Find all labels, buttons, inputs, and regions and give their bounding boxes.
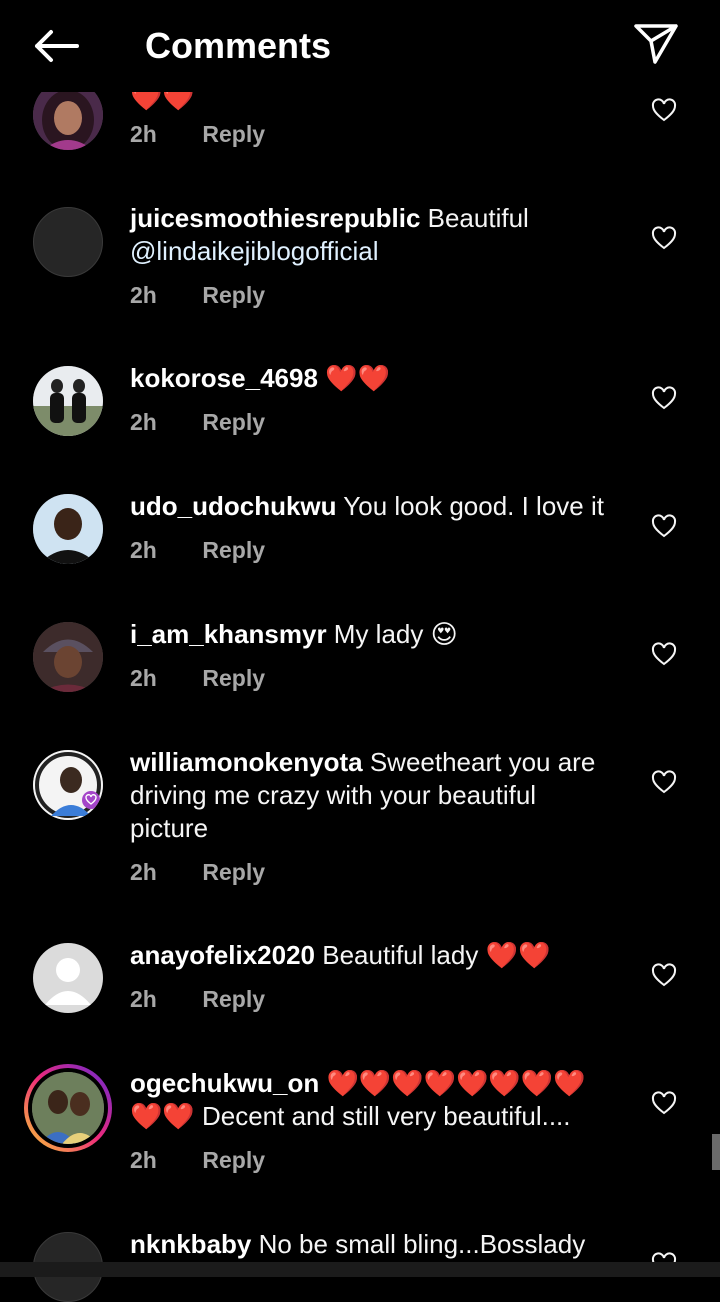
avatar[interactable] [33,622,103,692]
comment-text: kokorose_4698 ❤️❤️ [130,363,390,393]
comment-meta: 2h Reply [130,537,265,567]
comment-username[interactable]: ogechukwu_on [130,1068,319,1098]
comment-text: i_am_khansmyr My lady 😍 [130,619,458,649]
heart-outline-icon[interactable] [651,770,677,794]
heart-outline-icon[interactable] [651,514,677,538]
timestamp: 2h [130,282,157,308]
back-button[interactable] [28,22,84,70]
story-ring[interactable] [24,1064,112,1152]
comment-username[interactable]: williamonokenyota [130,747,363,777]
arrow-left-icon [35,30,79,62]
heart-outline-icon[interactable] [651,642,677,666]
default-profile-icon [45,958,91,1005]
comment-text: ogechukwu_on ❤️❤️❤️❤️❤️❤️❤️❤️❤️❤️ Decent… [130,1068,586,1131]
timestamp: 2h [130,409,157,435]
heart-outline-icon[interactable] [651,98,677,122]
comment-text: williamonokenyota Sweetheart you are dri… [130,747,596,843]
timestamp: 2h [130,537,157,563]
comment-username[interactable]: juicesmoothiesrepublic [130,203,420,233]
comment-meta: 2h Reply [130,121,265,151]
avatar[interactable] [32,1072,104,1144]
timestamp: 2h [130,121,157,147]
mention-link[interactable]: @lindaikejiblogofficial [130,236,379,266]
comment-username[interactable]: udo_udochukwu [130,491,337,521]
reply-button[interactable]: Reply [202,665,265,691]
timestamp: 2h [130,1147,157,1173]
comment-meta: 2h Reply [130,665,265,695]
heart-outline-icon[interactable] [651,1091,677,1115]
comment-text: udo_udochukwu You look good. I love it [130,491,604,521]
comment-meta: 2h Reply [130,409,265,439]
reply-button[interactable]: Reply [202,282,265,308]
heart-outline-icon[interactable] [651,386,677,410]
timestamp: 2h [130,665,157,691]
bottom-bar [0,1262,720,1277]
comment-text: anayofelix2020 Beautiful lady ❤️❤️ [130,940,551,970]
avatar[interactable] [33,943,103,1013]
avatar[interactable] [33,366,103,436]
comment-username[interactable]: anayofelix2020 [130,940,315,970]
timestamp: 2h [130,859,157,885]
reply-button[interactable]: Reply [202,121,265,147]
heart-outline-icon[interactable] [651,226,677,250]
page-title: Comments [145,25,332,66]
scrollbar-thumb[interactable] [712,1134,720,1170]
comment-text: nknkbaby No be small bling...Bosslady [130,1229,586,1259]
avatar[interactable] [33,494,103,564]
comment-text: juicesmoothiesrepublic Beautiful @lindai… [130,203,529,266]
reply-button[interactable]: Reply [202,537,265,563]
comment-username[interactable]: nknkbaby [130,1229,251,1259]
comment-username[interactable]: i_am_khansmyr [130,619,327,649]
heart-outline-icon[interactable] [651,963,677,987]
avatar[interactable] [33,207,103,277]
reply-button[interactable]: Reply [202,859,265,885]
comment-username[interactable]: kokorose_4698 [130,363,318,393]
reply-button[interactable]: Reply [202,409,265,435]
share-button[interactable] [628,18,684,70]
header: Comments [0,0,720,92]
reply-button[interactable]: Reply [202,986,265,1012]
timestamp: 2h [130,986,157,1012]
comment-meta: 2h Reply [130,859,265,889]
comment-meta: 2h Reply [130,282,265,312]
comment-meta: 2h Reply [130,986,265,1016]
avatar[interactable] [33,750,103,820]
comment-meta: 2h Reply [130,1147,265,1177]
paper-plane-icon [634,24,678,64]
reply-button[interactable]: Reply [202,1147,265,1173]
